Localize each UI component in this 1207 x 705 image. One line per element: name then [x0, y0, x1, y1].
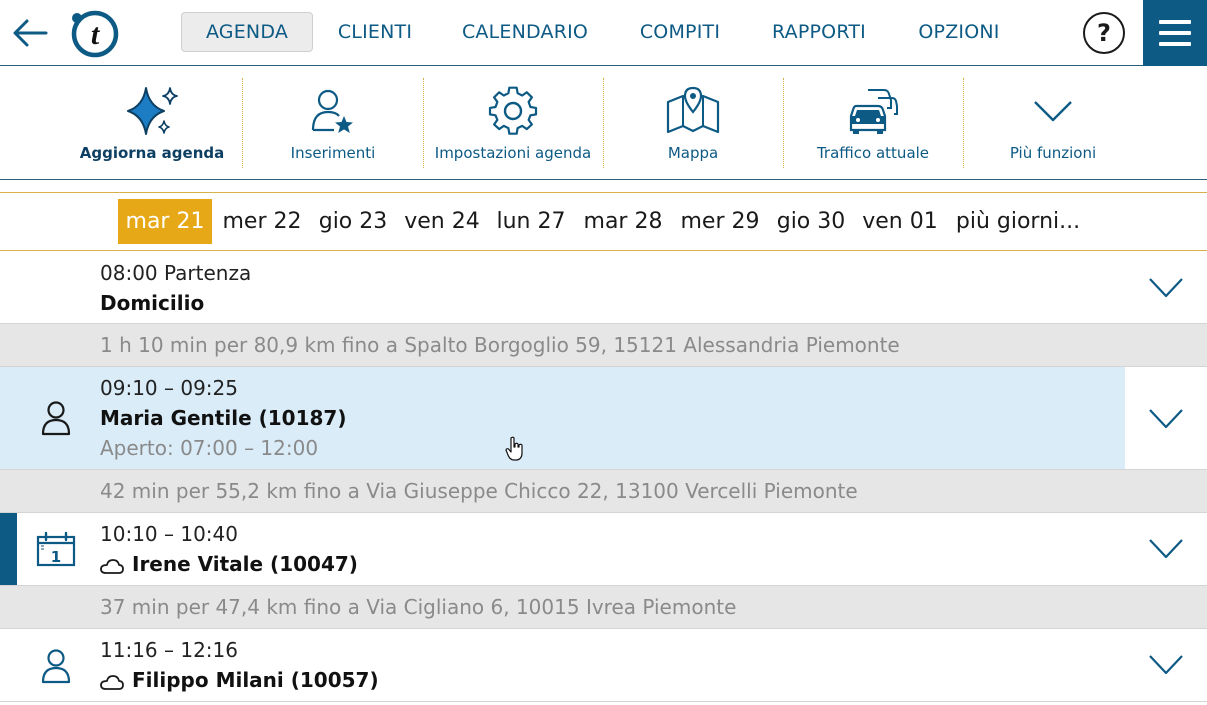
chevron-down-icon[interactable] — [1148, 276, 1184, 300]
help-icon: ? — [1097, 19, 1111, 47]
mappa-button[interactable]: Mappa — [603, 66, 783, 180]
appointment-row[interactable]: 11:16 – 12:16 Filippo Milani (10057) — [0, 629, 1207, 702]
sparkle-icon — [127, 87, 178, 135]
day-mer-22[interactable]: mer 22 — [216, 199, 308, 244]
hamburger-icon-bar — [1159, 31, 1191, 35]
appointment-row[interactable]: 09:10 – 09:25 Maria Gentile (10187) Aper… — [0, 367, 1207, 470]
traffic-icon — [849, 89, 898, 134]
calendar-icon: 1 — [36, 531, 76, 567]
appointment-client: Irene Vitale (10047) — [100, 552, 358, 576]
app-logo: t — [70, 9, 120, 59]
person-icon — [41, 649, 71, 684]
appointment-time: 11:16 – 12:16 — [100, 638, 238, 662]
tab-calendario[interactable]: CALENDARIO — [450, 12, 600, 52]
help-button[interactable]: ? — [1083, 12, 1125, 54]
person-icon — [41, 401, 71, 436]
day-lun-27[interactable]: lun 27 — [490, 199, 572, 244]
person-star-icon — [311, 89, 353, 133]
day-mar-21[interactable]: mar 21 — [118, 199, 212, 244]
start-time: 08:00 Partenza — [100, 261, 252, 285]
map-icon — [666, 86, 720, 134]
travel-info-row: 42 min per 55,2 km fino a Via Giuseppe C… — [0, 470, 1207, 513]
day-gio-30[interactable]: gio 30 — [770, 199, 852, 244]
inserimenti-button[interactable]: Inserimenti — [243, 66, 423, 180]
traffico-attuale-button[interactable]: Traffico attuale — [783, 66, 963, 180]
travel-info-row: 37 min per 47,4 km fino a Via Cigliano 6… — [0, 586, 1207, 629]
day-gio-23[interactable]: gio 23 — [312, 199, 394, 244]
appointment-client: Maria Gentile (10187) — [100, 406, 347, 430]
day-selector: mar 21 mer 22 gio 23 ven 24 lun 27 mar 2… — [0, 192, 1207, 251]
top-navigation-bar: t AGENDA CLIENTI CALENDARIO COMPITI RAPP… — [0, 0, 1207, 66]
appointment-time: 10:10 – 10:40 — [100, 522, 238, 546]
appointment-opening-hours: Aperto: 07:00 – 12:00 — [100, 436, 319, 460]
hamburger-icon-bar — [1159, 42, 1191, 46]
travel-info-row: 1 h 10 min per 80,9 km fino a Spalto Bor… — [0, 324, 1207, 367]
day-mar-28[interactable]: mar 28 — [576, 199, 670, 244]
gear-icon — [488, 86, 538, 135]
impostazioni-agenda-button[interactable]: Impostazioni agenda — [423, 66, 603, 180]
hamburger-icon-bar — [1159, 20, 1191, 24]
svg-text:t: t — [91, 18, 101, 51]
cloud-icon — [100, 559, 124, 574]
chevron-down-icon[interactable] — [1148, 653, 1184, 677]
tab-opzioni[interactable]: OPZIONI — [902, 12, 1016, 52]
chevron-down-icon[interactable] — [1148, 537, 1184, 561]
start-location: Domicilio — [100, 291, 205, 315]
day-ven-01[interactable]: ven 01 — [856, 199, 944, 244]
back-button[interactable] — [10, 14, 50, 52]
logo-icon: t — [71, 10, 119, 58]
appointment-row[interactable]: 1 10:10 – 10:40 Irene Vitale (10047) — [0, 513, 1207, 586]
agenda-start-row[interactable]: 08:00 Partenza Domicilio — [0, 251, 1207, 324]
row-accent-bar — [0, 513, 17, 585]
tab-agenda[interactable]: AGENDA — [181, 12, 313, 52]
chevron-down-icon — [1034, 101, 1072, 122]
cloud-icon — [100, 675, 124, 690]
day-ven-24[interactable]: ven 24 — [398, 199, 486, 244]
appointment-time: 09:10 – 09:25 — [100, 376, 238, 400]
piu-funzioni-button[interactable]: Più funzioni — [963, 66, 1143, 180]
appointment-client: Filippo Milani (10057) — [100, 668, 379, 692]
hamburger-menu-button[interactable] — [1143, 0, 1207, 66]
day-mer-29[interactable]: mer 29 — [674, 199, 766, 244]
tab-rapporti[interactable]: RAPPORTI — [760, 12, 878, 52]
arrow-left-icon — [13, 19, 48, 47]
function-toolbar: Aggiorna agenda Inserimenti Impostazioni… — [0, 66, 1207, 180]
more-days-link[interactable]: più giorni... — [948, 199, 1088, 244]
chevron-down-icon[interactable] — [1148, 407, 1184, 431]
svg-text:1: 1 — [51, 548, 61, 566]
hand-pointer-icon — [505, 436, 523, 461]
tab-compiti[interactable]: COMPITI — [624, 12, 736, 52]
tab-clienti[interactable]: CLIENTI — [324, 12, 426, 52]
aggiorna-agenda-button[interactable]: Aggiorna agenda — [62, 66, 242, 180]
